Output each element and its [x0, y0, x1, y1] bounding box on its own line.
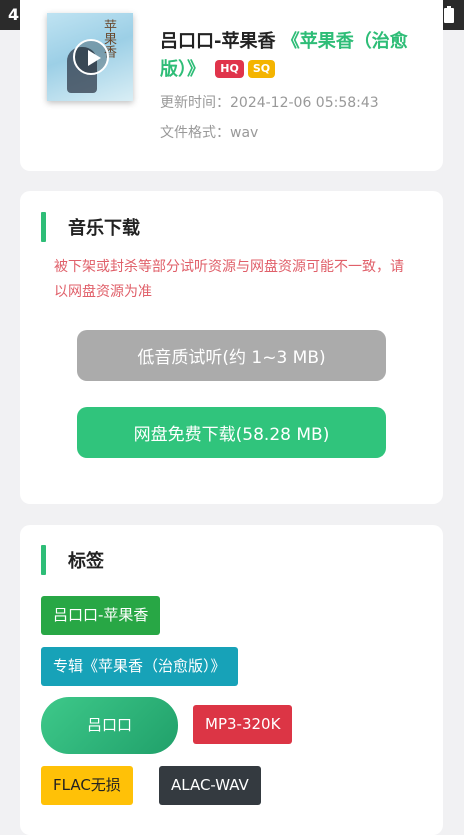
- tags-section-title: 标签: [68, 551, 104, 572]
- song-title: 吕口口-苹果香 《苹果香（治愈版）》 HQ SQ: [160, 28, 430, 84]
- tag-artist[interactable]: 吕口口: [41, 697, 178, 754]
- tags-card: 标签 吕口口-苹果香 专辑《苹果香（治愈版）》 吕口口 MP3-320K FLA…: [20, 525, 443, 835]
- download-card: 音乐下载 被下架或封杀等部分试听资源与网盘资源可能不一致，请以网盘资源为准 低音…: [20, 191, 443, 504]
- download-notice: 被下架或封杀等部分试听资源与网盘资源可能不一致，请以网盘资源为准: [54, 259, 404, 300]
- section-accent-bar: [41, 212, 46, 242]
- tag-alac[interactable]: ALAC-WAV: [159, 766, 261, 805]
- hq-badge: HQ: [215, 60, 244, 78]
- update-time: 更新时间：2024-12-06 05:58:43: [160, 92, 379, 112]
- tag-flac[interactable]: FLAC无损: [41, 766, 133, 805]
- play-icon[interactable]: [73, 39, 109, 75]
- tags-section-header: 标签: [41, 545, 104, 575]
- file-format: 文件格式：wav: [160, 122, 258, 142]
- update-time-value: 2024-12-06 05:58:43: [230, 95, 379, 111]
- download-section-header: 音乐下载: [41, 212, 140, 242]
- song-artist-title: 吕口口-苹果香: [160, 31, 276, 52]
- file-format-label: 文件格式：: [160, 125, 230, 141]
- battery-icon: [444, 6, 454, 23]
- tag-mp3[interactable]: MP3-320K: [193, 705, 293, 744]
- file-format-value: wav: [230, 125, 259, 141]
- tag-song[interactable]: 吕口口-苹果香: [41, 596, 161, 635]
- tag-album[interactable]: 专辑《苹果香（治愈版）》: [41, 647, 238, 686]
- song-info-card: 苹果香 吕口口-苹果香 《苹果香（治愈版）》 HQ SQ 更新时间：2024-12…: [20, 0, 443, 171]
- download-button[interactable]: 网盘免费下载(58.28 MB): [77, 407, 386, 458]
- update-time-label: 更新时间：: [160, 95, 230, 111]
- section-accent-bar: [41, 545, 46, 575]
- preview-button[interactable]: 低音质试听(约 1~3 MB): [77, 330, 386, 381]
- download-section-title: 音乐下载: [68, 218, 140, 239]
- album-cover[interactable]: 苹果香: [47, 13, 133, 101]
- sq-badge: SQ: [247, 60, 276, 78]
